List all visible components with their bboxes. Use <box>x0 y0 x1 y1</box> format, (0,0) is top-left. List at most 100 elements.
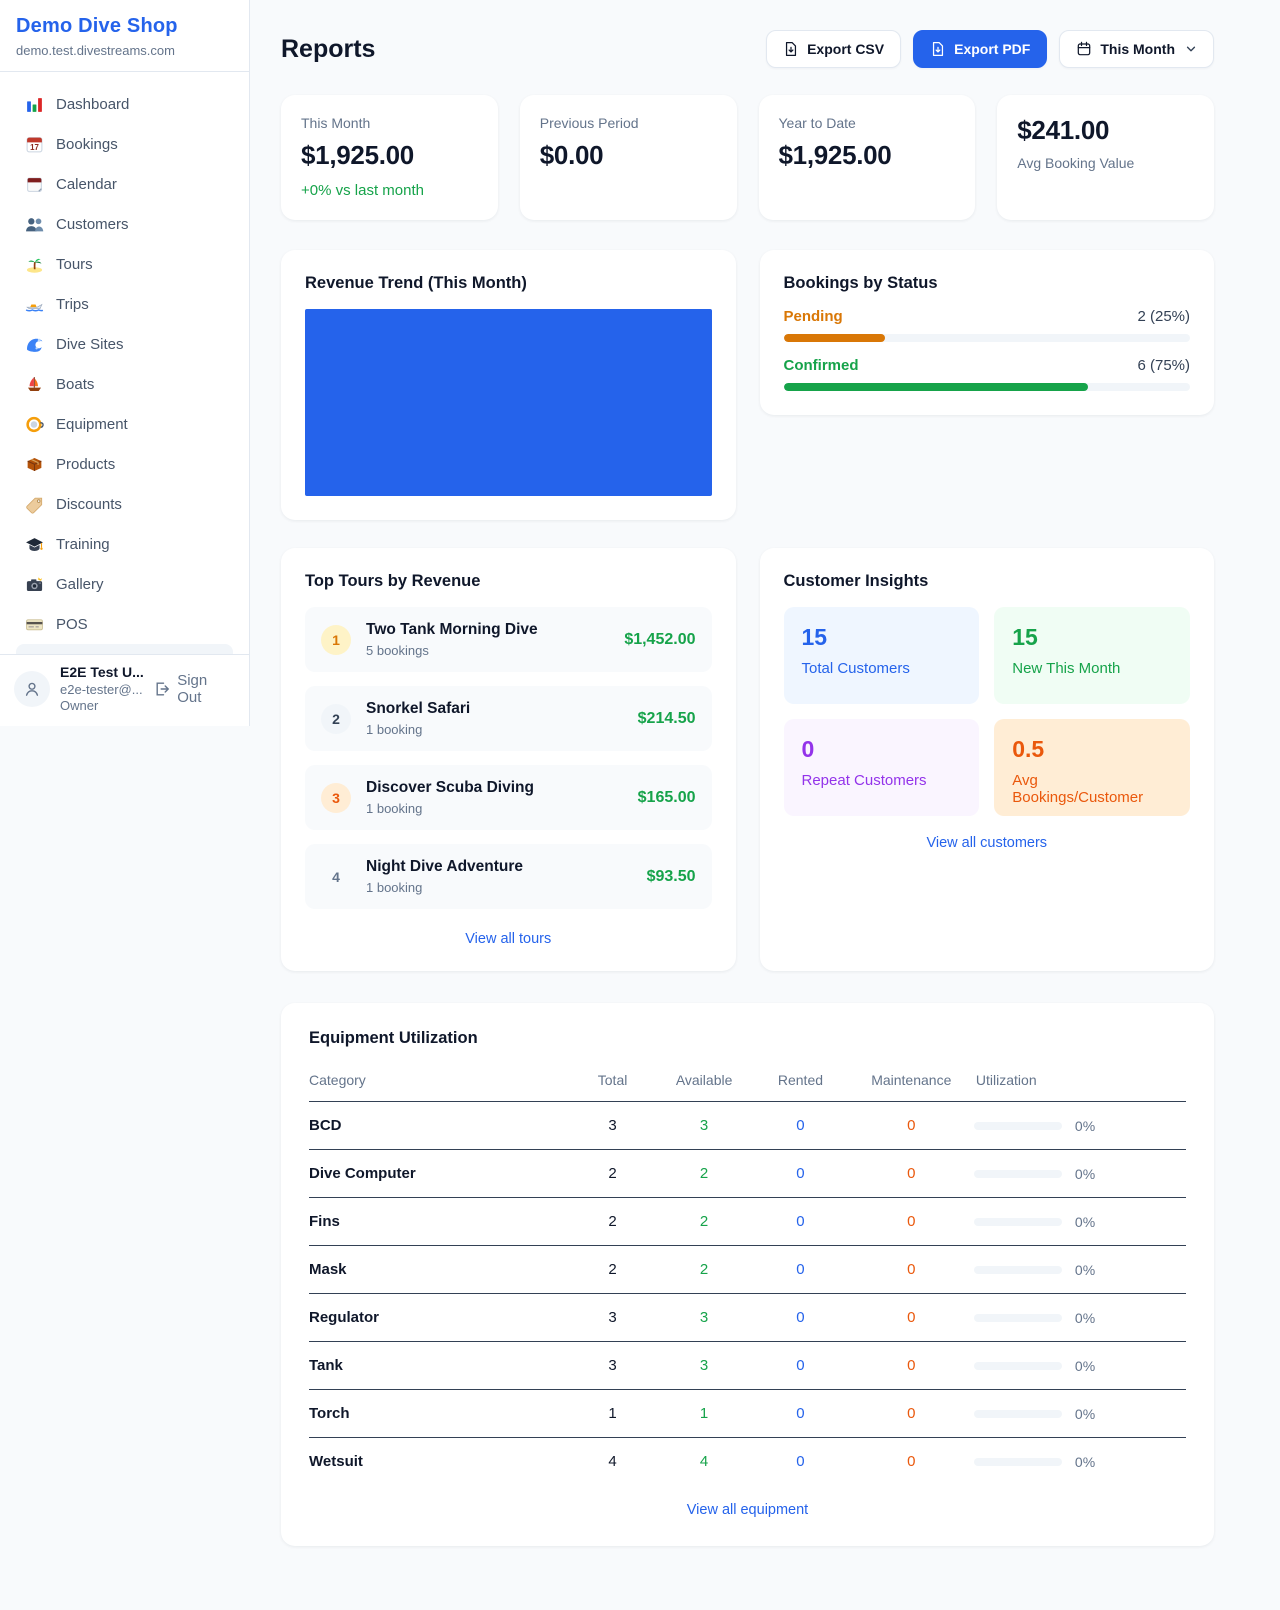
user-section: E2E Test U... e2e-tester@... Owner Sign … <box>0 654 249 726</box>
utilization-bar <box>974 1122 1062 1130</box>
sidebar-item-tours[interactable]: Tours <box>8 244 241 284</box>
insight-tiles: 15 Total Customers 15 New This Month 0 R… <box>784 607 1191 816</box>
rank-badge: 2 <box>321 704 351 734</box>
utilization-percent: 0% <box>1075 1406 1095 1422</box>
cell-maintenance: 0 <box>849 1102 974 1150</box>
export-pdf-label: Export PDF <box>954 41 1030 57</box>
sidebar-item-training[interactable]: Training <box>8 524 241 564</box>
sidebar-item-label: Calendar <box>56 176 117 193</box>
sidebar-item-customers[interactable]: Customers <box>8 204 241 244</box>
cell-category: Wetsuit <box>309 1438 569 1481</box>
sign-out-icon <box>153 680 171 698</box>
tile-label: Repeat Customers <box>802 772 962 789</box>
cell-utilization: 0% <box>974 1198 1186 1246</box>
package-icon <box>24 454 44 474</box>
sidebar: Demo Dive Shop demo.test.divestreams.com… <box>0 0 250 726</box>
tile-value: 15 <box>802 624 962 651</box>
status-progress-fill <box>784 383 1089 391</box>
cell-rented: 0 <box>752 1150 848 1198</box>
user-email: e2e-tester@... <box>60 682 143 698</box>
file-download-icon <box>930 41 946 57</box>
cell-total: 3 <box>569 1342 656 1390</box>
top-tours-title: Top Tours by Revenue <box>305 572 712 591</box>
cell-category: Mask <box>309 1246 569 1294</box>
cell-rented: 0 <box>752 1390 848 1438</box>
stat-label: Avg Booking Value <box>1017 155 1194 171</box>
sign-out-label: Sign Out <box>177 672 235 706</box>
view-all-equipment-link[interactable]: View all equipment <box>309 1502 1186 1518</box>
utilization-percent: 0% <box>1075 1310 1095 1326</box>
brand-block: Demo Dive Shop demo.test.divestreams.com <box>0 0 249 72</box>
sidebar-item-label: Bookings <box>56 136 118 153</box>
sidebar-item-trips[interactable]: Trips <box>8 284 241 324</box>
sidebar-item-label: Discounts <box>56 496 122 513</box>
cell-total: 1 <box>569 1390 656 1438</box>
utilization-bar <box>974 1266 1062 1274</box>
tour-name: Night Dive Adventure <box>366 858 523 876</box>
export-csv-label: Export CSV <box>807 41 884 57</box>
customer-insights-title: Customer Insights <box>784 572 1191 591</box>
tour-amount: $214.50 <box>638 710 696 728</box>
cell-maintenance: 0 <box>849 1150 974 1198</box>
cell-rented: 0 <box>752 1246 848 1294</box>
column-header-total: Total <box>569 1062 656 1102</box>
tour-name: Snorkel Safari <box>366 700 470 718</box>
column-header-maintenance: Maintenance <box>849 1062 974 1102</box>
tour-amount: $165.00 <box>638 789 696 807</box>
cell-maintenance: 0 <box>849 1246 974 1294</box>
column-header-category: Category <box>309 1062 569 1102</box>
utilization-bar <box>974 1218 1062 1226</box>
sidebar-item-dashboard[interactable]: Dashboard <box>8 84 241 124</box>
brand-title: Demo Dive Shop <box>16 15 233 38</box>
revenue-trend-bar <box>305 309 712 496</box>
stat-card-year-to-date: Year to Date $1,925.00 <box>759 95 976 220</box>
sidebar-item-selected-partial[interactable] <box>16 644 233 654</box>
chevron-down-icon <box>1185 43 1197 55</box>
cell-maintenance: 0 <box>849 1390 974 1438</box>
sidebar-item-equipment[interactable]: Equipment <box>8 404 241 444</box>
stat-label: This Month <box>301 115 478 131</box>
bookings-by-status-card: Bookings by Status Pending 2 (25%) Confi… <box>760 250 1215 415</box>
customer-insights-card: Customer Insights 15 Total Customers 15 … <box>760 548 1215 971</box>
table-row: Wetsuit 4 4 0 0 0% <box>309 1438 1186 1481</box>
bookings-by-status-title: Bookings by Status <box>784 274 1191 293</box>
view-all-tours-link[interactable]: View all tours <box>305 931 712 947</box>
export-csv-button[interactable]: Export CSV <box>766 30 901 68</box>
tile-label: Total Customers <box>802 660 962 677</box>
graduation-cap-icon <box>24 534 44 554</box>
sidebar-item-gallery[interactable]: Gallery <box>8 564 241 604</box>
cell-category: Dive Computer <box>309 1150 569 1198</box>
sign-out-button[interactable]: Sign Out <box>153 672 235 706</box>
cell-utilization: 0% <box>974 1342 1186 1390</box>
wave-icon <box>24 334 44 354</box>
column-header-utilization: Utilization <box>974 1062 1186 1102</box>
cell-rented: 0 <box>752 1198 848 1246</box>
sidebar-item-label: Products <box>56 456 115 473</box>
status-label: Confirmed <box>784 357 859 374</box>
sidebar-item-products[interactable]: Products <box>8 444 241 484</box>
cell-utilization: 0% <box>974 1246 1186 1294</box>
cell-category: Regulator <box>309 1294 569 1342</box>
speedboat-icon <box>24 294 44 314</box>
utilization-bar <box>974 1170 1062 1178</box>
user-role: Owner <box>60 698 143 714</box>
tour-name: Discover Scuba Diving <box>366 779 534 797</box>
status-count: 2 (25%) <box>1137 308 1190 325</box>
period-dropdown[interactable]: This Month <box>1059 30 1214 68</box>
sidebar-item-boats[interactable]: Boats <box>8 364 241 404</box>
charts-row: Revenue Trend (This Month) Bookings by S… <box>281 250 1214 520</box>
table-row: Tank 3 3 0 0 0% <box>309 1342 1186 1390</box>
stats-row: This Month $1,925.00 +0% vs last month P… <box>281 95 1214 220</box>
view-all-customers-link[interactable]: View all customers <box>784 835 1191 851</box>
export-pdf-button[interactable]: Export PDF <box>913 30 1047 68</box>
sidebar-item-bookings[interactable]: 17 Bookings <box>8 124 241 164</box>
cell-maintenance: 0 <box>849 1342 974 1390</box>
sidebar-item-calendar[interactable]: Calendar <box>8 164 241 204</box>
tile-label: Avg Bookings/Customer <box>1012 772 1172 806</box>
utilization-percent: 0% <box>1075 1214 1095 1230</box>
sidebar-item-discounts[interactable]: Discounts <box>8 484 241 524</box>
table-header-row: Category Total Available Rented Maintena… <box>309 1062 1186 1102</box>
sidebar-item-pos[interactable]: POS <box>8 604 241 644</box>
utilization-percent: 0% <box>1075 1262 1095 1278</box>
sidebar-item-dive-sites[interactable]: Dive Sites <box>8 324 241 364</box>
